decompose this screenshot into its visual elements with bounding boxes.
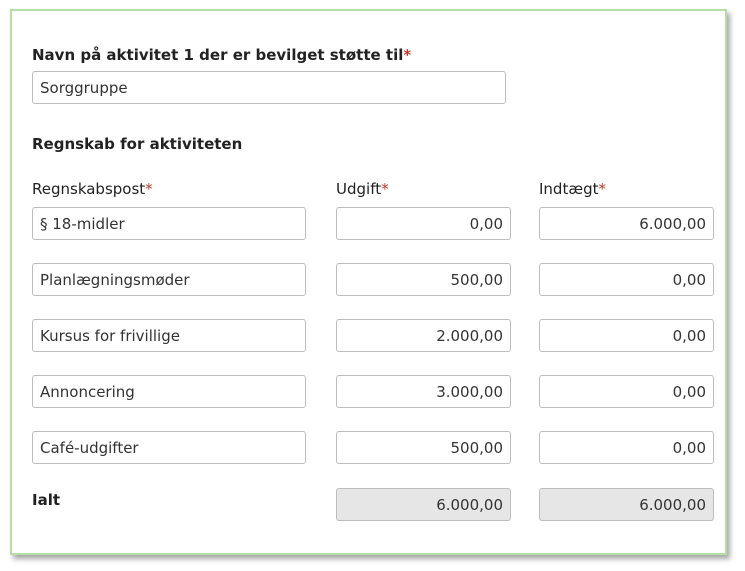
- totals-label: Ialt: [32, 491, 61, 509]
- form-panel: Navn på aktivitet 1 der er bevilget støt…: [10, 9, 727, 555]
- total-income-value: 6.000,00: [639, 495, 706, 514]
- column-header-income: Indtægt*: [539, 180, 606, 198]
- expense-input[interactable]: 500,00: [336, 263, 511, 296]
- expense-input[interactable]: 2.000,00: [336, 319, 511, 352]
- post-value: Kursus for frivillige: [40, 326, 180, 345]
- column-header-expense-text: Udgift: [336, 180, 382, 198]
- income-input[interactable]: 6.000,00: [539, 207, 714, 240]
- section-title: Regnskab for aktiviteten: [32, 135, 243, 153]
- expense-input[interactable]: 0,00: [336, 207, 511, 240]
- income-input[interactable]: 0,00: [539, 263, 714, 296]
- expense-value: 500,00: [450, 438, 504, 457]
- activity-name-label: Navn på aktivitet 1 der er bevilget støt…: [32, 46, 411, 64]
- income-value: 0,00: [672, 326, 706, 345]
- post-input[interactable]: Café-udgifter: [32, 431, 306, 464]
- post-input[interactable]: § 18-midler: [32, 207, 306, 240]
- expense-value: 500,00: [450, 270, 504, 289]
- column-header-income-text: Indtægt: [539, 180, 599, 198]
- activity-name-label-text: Navn på aktivitet 1 der er bevilget støt…: [32, 46, 404, 64]
- activity-name-input[interactable]: Sorggruppe: [32, 71, 506, 104]
- column-header-post: Regnskabspost*: [32, 180, 153, 198]
- required-mark: *: [145, 180, 153, 198]
- post-value: Café-udgifter: [40, 438, 139, 457]
- expense-input[interactable]: 3.000,00: [336, 375, 511, 408]
- total-expense-field: 6.000,00: [336, 488, 511, 521]
- required-mark: *: [403, 46, 412, 64]
- income-value: 0,00: [672, 382, 706, 401]
- income-value: 6.000,00: [639, 214, 706, 233]
- post-value: § 18-midler: [40, 214, 125, 233]
- expense-input[interactable]: 500,00: [336, 431, 511, 464]
- expense-value: 2.000,00: [436, 326, 503, 345]
- column-header-expense: Udgift*: [336, 180, 389, 198]
- post-value: Planlægningsmøder: [40, 270, 190, 289]
- total-income-field: 6.000,00: [539, 488, 714, 521]
- expense-value: 3.000,00: [436, 382, 503, 401]
- income-input[interactable]: 0,00: [539, 375, 714, 408]
- total-expense-value: 6.000,00: [436, 495, 503, 514]
- income-value: 0,00: [672, 270, 706, 289]
- income-input[interactable]: 0,00: [539, 319, 714, 352]
- column-header-post-text: Regnskabspost: [32, 180, 146, 198]
- activity-name-value: Sorggruppe: [40, 78, 128, 97]
- post-input[interactable]: Kursus for frivillige: [32, 319, 306, 352]
- required-mark: *: [381, 180, 389, 198]
- income-input[interactable]: 0,00: [539, 431, 714, 464]
- expense-value: 0,00: [469, 214, 503, 233]
- income-value: 0,00: [672, 438, 706, 457]
- post-input[interactable]: Planlægningsmøder: [32, 263, 306, 296]
- post-input[interactable]: Annoncering: [32, 375, 306, 408]
- post-value: Annoncering: [40, 382, 135, 401]
- required-mark: *: [598, 180, 606, 198]
